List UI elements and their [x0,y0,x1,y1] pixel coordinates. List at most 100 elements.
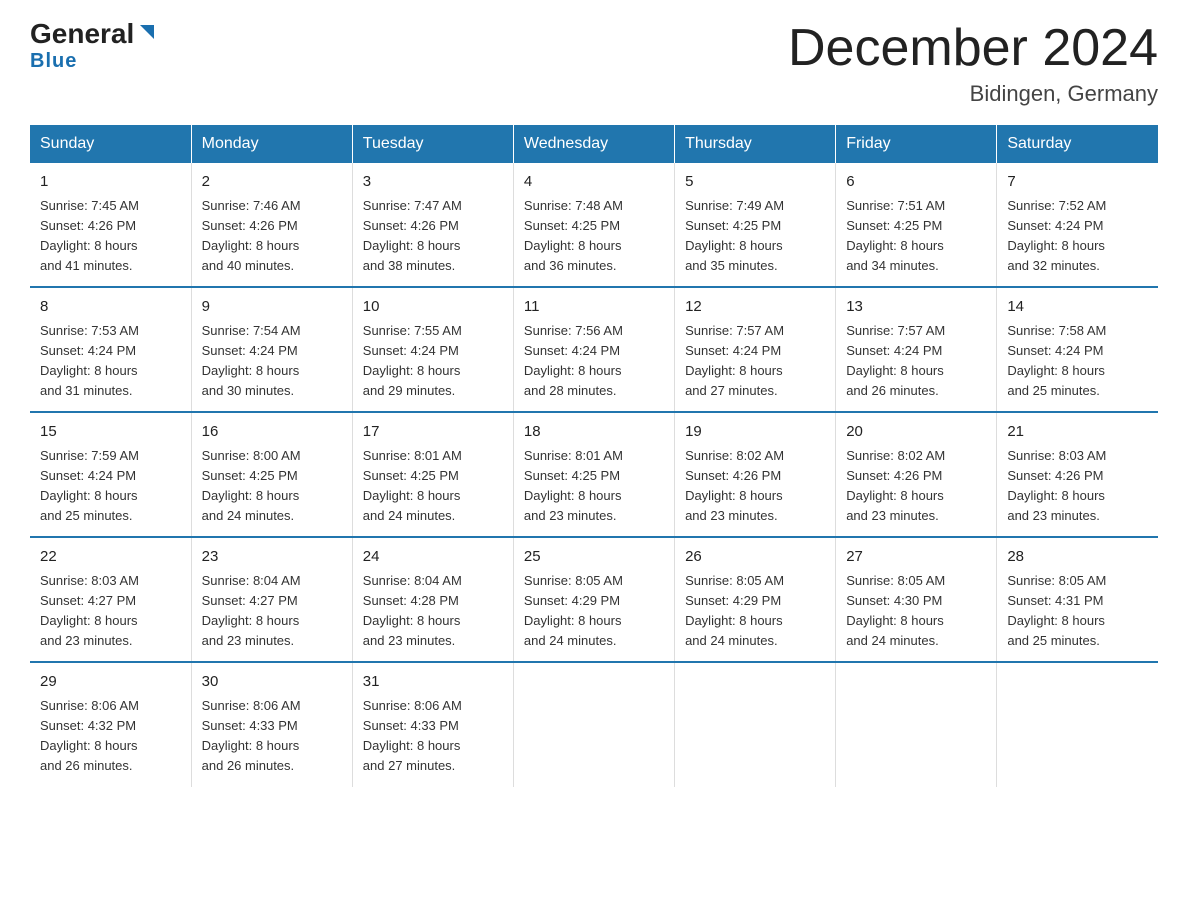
day-info: Sunrise: 8:06 AM Sunset: 4:33 PM Dayligh… [363,696,503,777]
calendar-cell: 3Sunrise: 7:47 AM Sunset: 4:26 PM Daylig… [352,163,513,287]
day-number: 1 [40,171,181,194]
day-info: Sunrise: 7:49 AM Sunset: 4:25 PM Dayligh… [685,196,825,277]
day-info: Sunrise: 8:00 AM Sunset: 4:25 PM Dayligh… [202,446,342,527]
day-info: Sunrise: 8:02 AM Sunset: 4:26 PM Dayligh… [846,446,986,527]
day-info: Sunrise: 8:06 AM Sunset: 4:32 PM Dayligh… [40,696,181,777]
calendar-cell: 10Sunrise: 7:55 AM Sunset: 4:24 PM Dayli… [352,287,513,412]
day-info: Sunrise: 7:51 AM Sunset: 4:25 PM Dayligh… [846,196,986,277]
day-number: 19 [685,421,825,444]
day-info: Sunrise: 7:57 AM Sunset: 4:24 PM Dayligh… [685,321,825,402]
day-number: 11 [524,296,664,319]
day-info: Sunrise: 8:03 AM Sunset: 4:27 PM Dayligh… [40,571,181,652]
calendar-cell: 23Sunrise: 8:04 AM Sunset: 4:27 PM Dayli… [191,537,352,662]
day-number: 24 [363,546,503,569]
day-info: Sunrise: 8:03 AM Sunset: 4:26 PM Dayligh… [1007,446,1148,527]
day-info: Sunrise: 7:55 AM Sunset: 4:24 PM Dayligh… [363,321,503,402]
day-number: 4 [524,171,664,194]
day-number: 18 [524,421,664,444]
logo-general: General [30,20,134,48]
calendar-cell: 12Sunrise: 7:57 AM Sunset: 4:24 PM Dayli… [675,287,836,412]
day-info: Sunrise: 7:54 AM Sunset: 4:24 PM Dayligh… [202,321,342,402]
day-number: 8 [40,296,181,319]
calendar-cell: 28Sunrise: 8:05 AM Sunset: 4:31 PM Dayli… [997,537,1158,662]
calendar-cell: 9Sunrise: 7:54 AM Sunset: 4:24 PM Daylig… [191,287,352,412]
day-number: 9 [202,296,342,319]
calendar-cell: 22Sunrise: 8:03 AM Sunset: 4:27 PM Dayli… [30,537,191,662]
calendar-cell: 24Sunrise: 8:04 AM Sunset: 4:28 PM Dayli… [352,537,513,662]
calendar-week-2: 8Sunrise: 7:53 AM Sunset: 4:24 PM Daylig… [30,287,1158,412]
day-info: Sunrise: 7:46 AM Sunset: 4:26 PM Dayligh… [202,196,342,277]
day-number: 25 [524,546,664,569]
col-header-friday: Friday [836,125,997,163]
day-info: Sunrise: 8:01 AM Sunset: 4:25 PM Dayligh… [524,446,664,527]
col-header-saturday: Saturday [997,125,1158,163]
day-info: Sunrise: 8:05 AM Sunset: 4:30 PM Dayligh… [846,571,986,652]
col-header-thursday: Thursday [675,125,836,163]
day-number: 7 [1007,171,1148,194]
day-info: Sunrise: 8:05 AM Sunset: 4:31 PM Dayligh… [1007,571,1148,652]
day-info: Sunrise: 7:47 AM Sunset: 4:26 PM Dayligh… [363,196,503,277]
calendar-cell: 15Sunrise: 7:59 AM Sunset: 4:24 PM Dayli… [30,412,191,537]
calendar-cell [675,662,836,786]
calendar-cell: 7Sunrise: 7:52 AM Sunset: 4:24 PM Daylig… [997,163,1158,287]
day-info: Sunrise: 7:57 AM Sunset: 4:24 PM Dayligh… [846,321,986,402]
day-number: 16 [202,421,342,444]
day-info: Sunrise: 7:45 AM Sunset: 4:26 PM Dayligh… [40,196,181,277]
day-info: Sunrise: 8:06 AM Sunset: 4:33 PM Dayligh… [202,696,342,777]
calendar-cell: 4Sunrise: 7:48 AM Sunset: 4:25 PM Daylig… [513,163,674,287]
day-info: Sunrise: 8:01 AM Sunset: 4:25 PM Dayligh… [363,446,503,527]
title-block: December 2024 Bidingen, Germany [788,20,1158,107]
calendar-cell: 20Sunrise: 8:02 AM Sunset: 4:26 PM Dayli… [836,412,997,537]
col-header-tuesday: Tuesday [352,125,513,163]
calendar-cell: 31Sunrise: 8:06 AM Sunset: 4:33 PM Dayli… [352,662,513,786]
day-number: 17 [363,421,503,444]
day-number: 26 [685,546,825,569]
calendar-cell [997,662,1158,786]
day-info: Sunrise: 8:02 AM Sunset: 4:26 PM Dayligh… [685,446,825,527]
calendar-cell: 18Sunrise: 8:01 AM Sunset: 4:25 PM Dayli… [513,412,674,537]
day-info: Sunrise: 7:52 AM Sunset: 4:24 PM Dayligh… [1007,196,1148,277]
day-number: 22 [40,546,181,569]
calendar-cell: 30Sunrise: 8:06 AM Sunset: 4:33 PM Dayli… [191,662,352,786]
day-info: Sunrise: 7:48 AM Sunset: 4:25 PM Dayligh… [524,196,664,277]
calendar-week-1: 1Sunrise: 7:45 AM Sunset: 4:26 PM Daylig… [30,163,1158,287]
calendar-cell: 1Sunrise: 7:45 AM Sunset: 4:26 PM Daylig… [30,163,191,287]
calendar-cell: 16Sunrise: 8:00 AM Sunset: 4:25 PM Dayli… [191,412,352,537]
page-header: General Blue December 2024 Bidingen, Ger… [30,20,1158,107]
col-header-sunday: Sunday [30,125,191,163]
subtitle: Bidingen, Germany [788,81,1158,107]
calendar-cell: 17Sunrise: 8:01 AM Sunset: 4:25 PM Dayli… [352,412,513,537]
logo-triangle-icon [136,21,158,43]
day-number: 28 [1007,546,1148,569]
logo: General Blue [30,20,158,73]
day-info: Sunrise: 8:05 AM Sunset: 4:29 PM Dayligh… [685,571,825,652]
calendar-table: SundayMondayTuesdayWednesdayThursdayFrid… [30,125,1158,786]
day-number: 2 [202,171,342,194]
calendar-cell: 27Sunrise: 8:05 AM Sunset: 4:30 PM Dayli… [836,537,997,662]
calendar-cell: 2Sunrise: 7:46 AM Sunset: 4:26 PM Daylig… [191,163,352,287]
calendar-week-3: 15Sunrise: 7:59 AM Sunset: 4:24 PM Dayli… [30,412,1158,537]
calendar-cell: 26Sunrise: 8:05 AM Sunset: 4:29 PM Dayli… [675,537,836,662]
calendar-cell: 5Sunrise: 7:49 AM Sunset: 4:25 PM Daylig… [675,163,836,287]
logo-blue: Blue [30,50,77,73]
calendar-cell: 13Sunrise: 7:57 AM Sunset: 4:24 PM Dayli… [836,287,997,412]
calendar-cell: 14Sunrise: 7:58 AM Sunset: 4:24 PM Dayli… [997,287,1158,412]
day-info: Sunrise: 7:59 AM Sunset: 4:24 PM Dayligh… [40,446,181,527]
day-number: 27 [846,546,986,569]
day-number: 21 [1007,421,1148,444]
day-info: Sunrise: 8:04 AM Sunset: 4:27 PM Dayligh… [202,571,342,652]
day-number: 14 [1007,296,1148,319]
day-number: 3 [363,171,503,194]
calendar-cell [836,662,997,786]
calendar-week-5: 29Sunrise: 8:06 AM Sunset: 4:32 PM Dayli… [30,662,1158,786]
day-info: Sunrise: 8:05 AM Sunset: 4:29 PM Dayligh… [524,571,664,652]
calendar-cell: 29Sunrise: 8:06 AM Sunset: 4:32 PM Dayli… [30,662,191,786]
calendar-cell: 8Sunrise: 7:53 AM Sunset: 4:24 PM Daylig… [30,287,191,412]
calendar-cell [513,662,674,786]
main-title: December 2024 [788,20,1158,77]
day-info: Sunrise: 7:53 AM Sunset: 4:24 PM Dayligh… [40,321,181,402]
day-number: 15 [40,421,181,444]
day-number: 10 [363,296,503,319]
day-number: 12 [685,296,825,319]
calendar-cell: 11Sunrise: 7:56 AM Sunset: 4:24 PM Dayli… [513,287,674,412]
